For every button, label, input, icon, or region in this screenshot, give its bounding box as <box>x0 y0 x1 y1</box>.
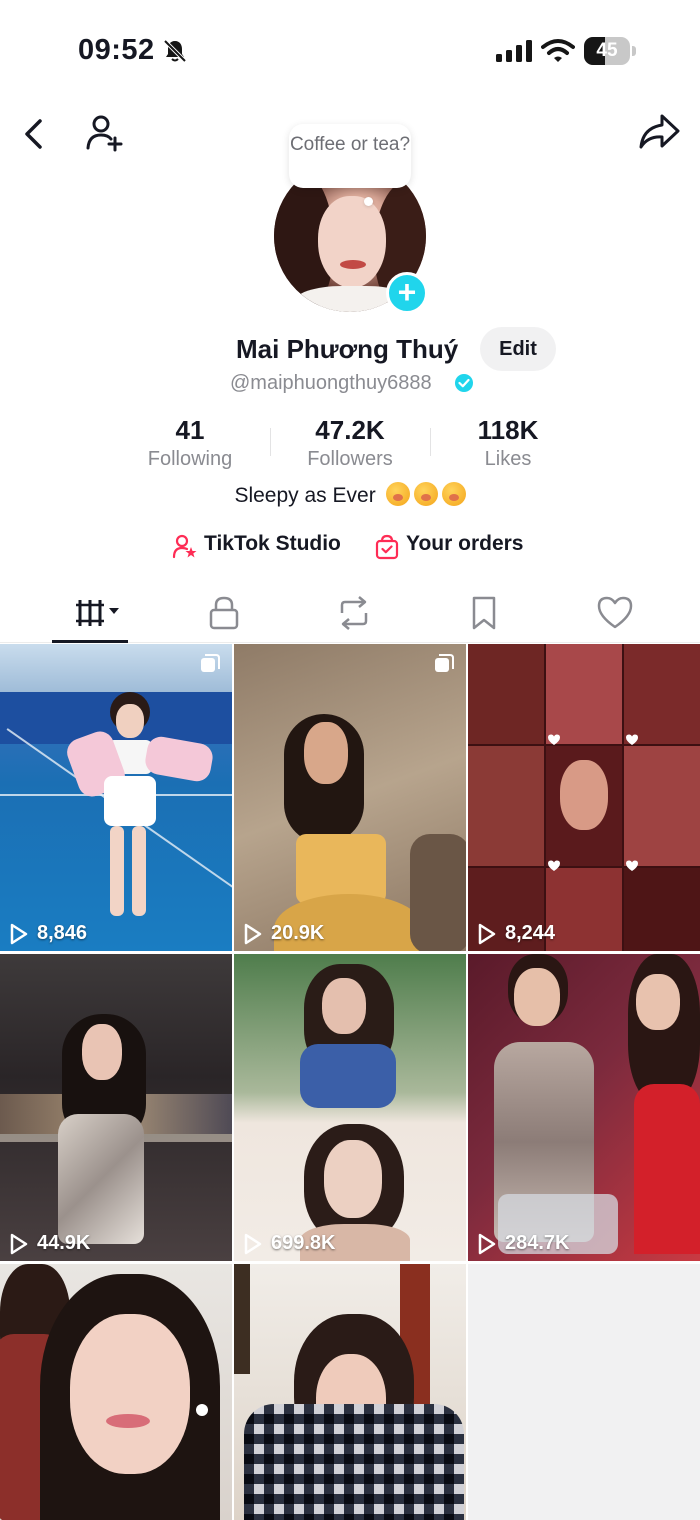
video-thumbnail[interactable]: 20.9K <box>234 644 466 951</box>
following-stat[interactable]: 41 Following <box>120 415 260 473</box>
signal-icon <box>496 40 532 62</box>
view-count-text: 8,846 <box>37 922 88 944</box>
note-bubble[interactable]: Coffee or tea? <box>289 124 411 188</box>
wifi-icon <box>541 39 575 62</box>
view-count-text: 8,244 <box>505 922 556 944</box>
display-name: Mai Phương Thuý <box>236 334 459 364</box>
play-icon <box>10 1233 28 1255</box>
profile-name-row: Mai Phương Thuý <box>0 330 700 370</box>
video-thumbnail[interactable]: 44.9K <box>0 954 232 1261</box>
view-count-text: 699.8K <box>271 1232 336 1254</box>
tiktok-studio-link[interactable]: TikTok Studio <box>172 532 341 559</box>
heart-icon <box>548 734 560 745</box>
bookmark-icon <box>472 596 496 630</box>
tiktok-studio-label: TikTok Studio <box>204 532 341 555</box>
add-friend-button[interactable] <box>84 112 128 156</box>
share-icon <box>639 114 680 149</box>
battery-icon: 45 <box>584 37 636 65</box>
video-thumbnail[interactable]: 699.8K <box>234 954 466 1261</box>
view-count: 284.7K <box>477 1232 570 1255</box>
bio-text: Sleepy as Ever <box>234 484 376 507</box>
video-thumbnail[interactable]: 8,244 <box>468 644 700 951</box>
emoji-icon <box>413 482 438 506</box>
tab-favorites[interactable] <box>442 585 522 641</box>
videos-grid-icon <box>76 600 119 626</box>
stat-divider <box>270 428 271 456</box>
play-icon <box>10 923 28 945</box>
view-count-text: 44.9K <box>37 1232 91 1254</box>
play-icon <box>478 1233 496 1255</box>
tab-private[interactable] <box>182 585 262 641</box>
empty-grid-slot <box>468 1264 700 1520</box>
active-tab-indicator <box>52 640 128 643</box>
heart-icon <box>548 860 560 871</box>
view-count: 699.8K <box>243 1232 336 1255</box>
profile-tabs <box>0 585 700 643</box>
your-orders-link[interactable]: Your orders <box>374 532 524 560</box>
multi-photo-icon <box>201 654 220 672</box>
share-button[interactable] <box>636 112 682 152</box>
edit-profile-button[interactable]: Edit <box>480 327 556 371</box>
lock-icon <box>209 596 239 630</box>
view-count-text: 284.7K <box>505 1232 570 1254</box>
heart-icon <box>626 734 638 745</box>
shopping-bag-icon <box>375 534 399 560</box>
view-count: 20.9K <box>243 922 324 945</box>
heart-icon <box>597 596 633 629</box>
note-bubble-tail <box>364 197 373 206</box>
tab-reposts[interactable] <box>312 585 392 641</box>
video-grid: 8,846 20.9K 8,244 44.9K 699.8K 284.7K <box>0 644 700 1520</box>
video-thumbnail[interactable]: 284.7K <box>468 954 700 1261</box>
your-orders-label: Your orders <box>406 532 524 555</box>
plus-icon: + <box>397 274 417 310</box>
tab-videos[interactable] <box>52 585 132 641</box>
view-count: 8,846 <box>9 922 87 945</box>
followers-label: Followers <box>307 448 393 470</box>
following-label: Following <box>147 448 233 470</box>
username: @maiphuongthuy6888 <box>230 372 432 394</box>
bio: Sleepy as Ever <box>0 482 700 508</box>
battery-level: 45 <box>596 40 618 61</box>
status-bar: 09:52 45 <box>0 0 700 100</box>
video-thumbnail[interactable] <box>0 1264 232 1520</box>
stat-divider <box>430 428 431 456</box>
bell-slash-icon <box>163 39 187 63</box>
video-thumbnail[interactable]: 8,846 <box>0 644 232 951</box>
multi-photo-icon <box>435 654 454 672</box>
video-thumbnail[interactable] <box>234 1264 466 1520</box>
emoji-icon <box>385 482 410 506</box>
play-icon <box>244 923 262 945</box>
likes-count: 118K <box>477 415 539 445</box>
emoji-icon <box>441 482 466 506</box>
view-count: 8,244 <box>477 922 555 945</box>
view-count: 44.9K <box>9 1232 90 1255</box>
add-user-icon <box>86 115 123 152</box>
followers-count: 47.2K <box>315 415 385 445</box>
studio-icon <box>172 534 197 559</box>
tab-liked[interactable] <box>572 585 652 641</box>
play-icon <box>244 1233 262 1255</box>
likes-label: Likes <box>484 448 532 470</box>
view-count-text: 20.9K <box>271 922 325 944</box>
status-time: 09:52 <box>78 34 155 66</box>
heart-icon <box>626 860 638 871</box>
chevron-left-icon <box>25 119 42 149</box>
play-icon <box>478 923 496 945</box>
followers-stat[interactable]: 47.2K Followers <box>280 415 420 473</box>
verified-badge-icon <box>455 374 473 392</box>
add-story-button[interactable]: + <box>386 272 428 314</box>
back-button[interactable] <box>18 115 50 153</box>
following-count: 41 <box>175 415 205 445</box>
likes-stat[interactable]: 118K Likes <box>438 415 578 473</box>
repost-icon <box>340 596 368 630</box>
